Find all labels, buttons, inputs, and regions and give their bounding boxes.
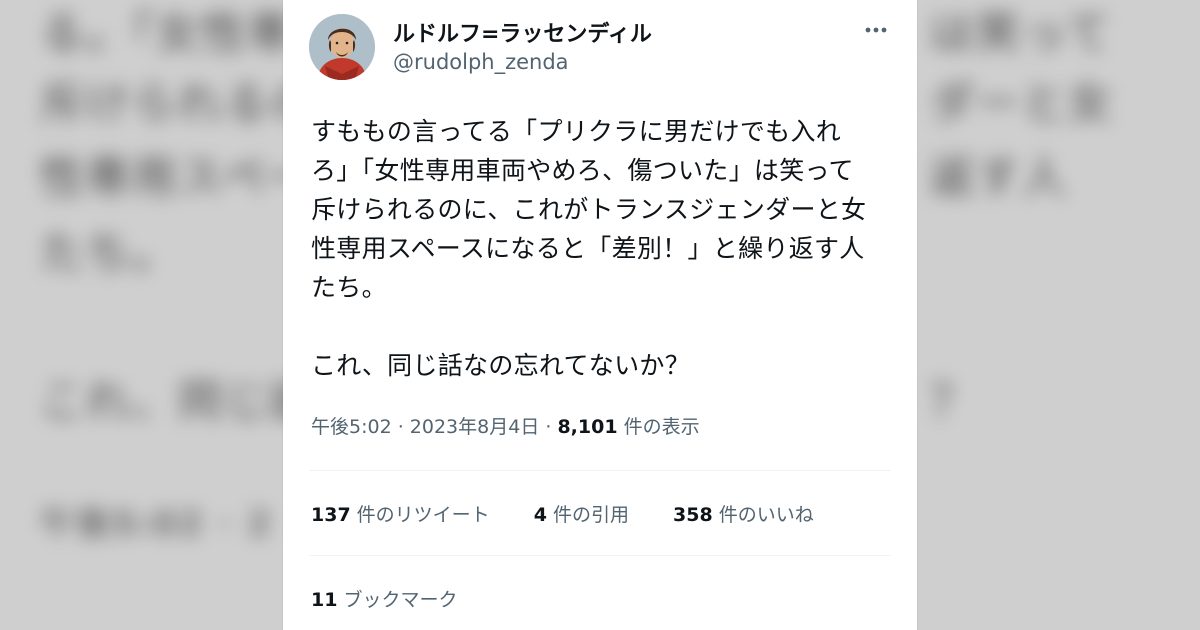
bookmarks-stat[interactable]: 11 ブックマーク — [311, 585, 457, 612]
views-count: 8,101 — [557, 416, 618, 438]
more-horizontal-icon[interactable] — [861, 18, 891, 42]
quotes-label: 件の引用 — [552, 504, 629, 526]
quotes-count: 4 — [533, 504, 547, 526]
meta-separator: · — [391, 416, 410, 438]
author-handle[interactable]: @rudolph_zenda — [393, 50, 569, 74]
blurred-text-line: は笑って — [930, 8, 1112, 59]
divider — [309, 470, 891, 471]
likes-label: 件のいいね — [718, 504, 814, 526]
bookmarks-count: 11 — [311, 589, 338, 611]
quotes-stat[interactable]: 4 件の引用 — [534, 500, 629, 527]
meta-separator: · — [539, 416, 558, 438]
tweet-body-text: すももの言ってる「プリクラに男だけでも入れろ」「女性専用車両やめろ、傷ついた」は… — [311, 117, 867, 380]
screenshot-stage: る。「女性専用 斥けられるのに 性専用スペース たち。 これ、同じ話 午後5:0… — [0, 0, 1200, 630]
avatar-illustration — [309, 14, 375, 80]
tweet-date[interactable]: 2023年8月4日 — [410, 416, 540, 438]
user-avatar-icon[interactable] — [309, 14, 375, 80]
tweet-metadata: 午後5:02 · 2023年8月4日 · 8,101 件の表示 — [311, 412, 700, 439]
bookmarks-label: ブックマーク — [343, 589, 458, 611]
retweets-label: 件のリツイート — [356, 504, 490, 526]
engagement-stats: 137 件のリツイート 4 件の引用 358 件のいいね — [311, 500, 852, 527]
blurred-text-line: ダーと女 — [930, 78, 1114, 129]
tweet-time[interactable]: 午後5:02 — [311, 416, 392, 438]
author-display-name[interactable]: ルドルフ=ラッセンディル — [393, 16, 652, 48]
likes-stat[interactable]: 358 件のいいね — [673, 500, 814, 527]
likes-count: 358 — [673, 504, 713, 526]
blurred-text-line: これ、同じ話 — [40, 376, 317, 427]
retweets-stat[interactable]: 137 件のリツイート — [311, 500, 490, 527]
tweet-card: ルドルフ=ラッセンディル @rudolph_zenda すももの言ってる「プリク… — [283, 0, 917, 630]
views-label: 件の表示 — [617, 416, 700, 438]
blurred-text-line: 午後5:02 · 2 — [40, 504, 273, 544]
blurred-text-line: 返す人 — [930, 152, 1068, 203]
retweets-count: 137 — [311, 504, 351, 526]
divider — [309, 555, 891, 556]
blurred-text-line: ？ — [930, 376, 976, 427]
blurred-text-line: たち。 — [40, 228, 178, 279]
